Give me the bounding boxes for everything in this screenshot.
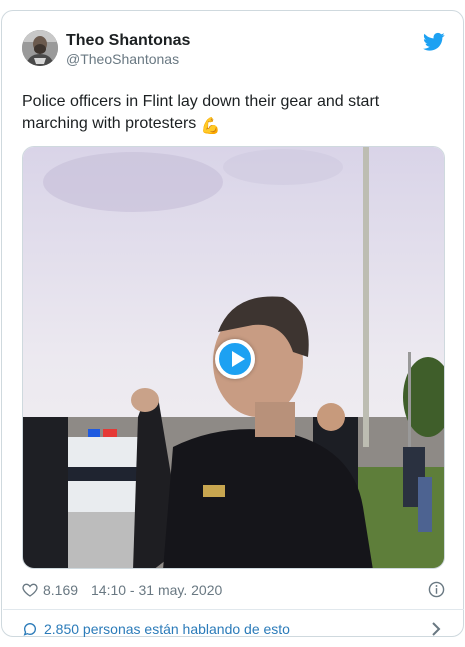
video-thumbnail[interactable] bbox=[22, 146, 445, 569]
twitter-bird-icon[interactable] bbox=[423, 32, 445, 52]
flexed-biceps-emoji: 💪 bbox=[200, 118, 221, 135]
tweet-card[interactable]: Theo Shantonas @TheoShantonas Police off… bbox=[1, 10, 464, 637]
info-icon[interactable] bbox=[428, 581, 445, 598]
heart-icon[interactable] bbox=[22, 582, 38, 598]
play-icon[interactable] bbox=[215, 339, 255, 379]
speech-bubble-icon bbox=[22, 621, 38, 637]
conversation-link[interactable]: 2.850 personas están hablando de esto bbox=[22, 618, 445, 638]
timestamp[interactable]: 14:10 - 31 may. 2020 bbox=[91, 582, 222, 598]
tweet-meta: 8.169 14:10 - 31 may. 2020 bbox=[22, 580, 445, 600]
tweet-text: Police officers in Flint lay down their … bbox=[22, 91, 442, 138]
chevron-right-icon[interactable] bbox=[429, 620, 443, 638]
conversation-link-text[interactable]: 2.850 personas están hablando de esto bbox=[44, 621, 290, 637]
like-count[interactable]: 8.169 bbox=[43, 582, 78, 598]
author-name[interactable]: Theo Shantonas bbox=[66, 32, 190, 50]
avatar[interactable] bbox=[22, 30, 58, 66]
tweet-header: Theo Shantonas @TheoShantonas bbox=[22, 30, 445, 70]
author-handle[interactable]: @TheoShantonas bbox=[66, 51, 179, 67]
divider bbox=[3, 609, 464, 610]
